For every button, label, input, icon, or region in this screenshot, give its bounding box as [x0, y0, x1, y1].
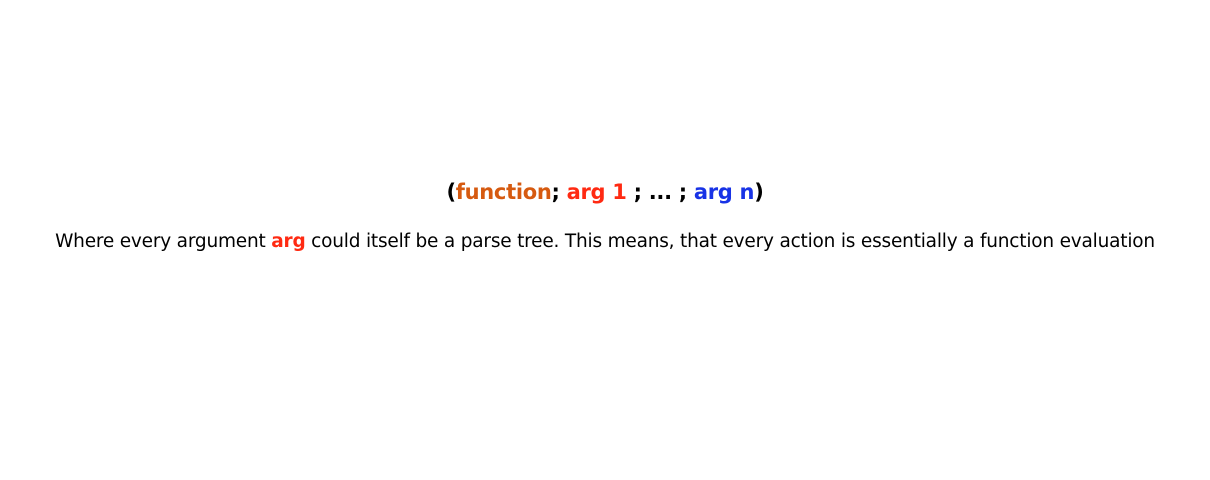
formula-separator: ;: [551, 180, 567, 204]
slide-canvas: (function; arg 1 ; ... ; arg n) Where ev…: [0, 0, 1210, 480]
formula-open-paren: (: [446, 180, 456, 204]
formula-close-paren: ): [754, 180, 764, 204]
formula-arg-n: arg n: [693, 180, 755, 204]
formula-function-word: function: [455, 180, 552, 204]
caption-highlight-arg: arg: [271, 231, 306, 252]
explanation-caption: Where every argument arg could itself be…: [0, 228, 1210, 256]
formula-arg-1: arg 1: [566, 180, 627, 204]
formula-ellipsis: ; ... ;: [626, 180, 694, 204]
caption-before: Where every argument: [55, 231, 272, 252]
parse-tree-formula: (function; arg 1 ; ... ; arg n): [0, 177, 1210, 207]
caption-after: could itself be a parse tree. This means…: [305, 231, 1155, 252]
